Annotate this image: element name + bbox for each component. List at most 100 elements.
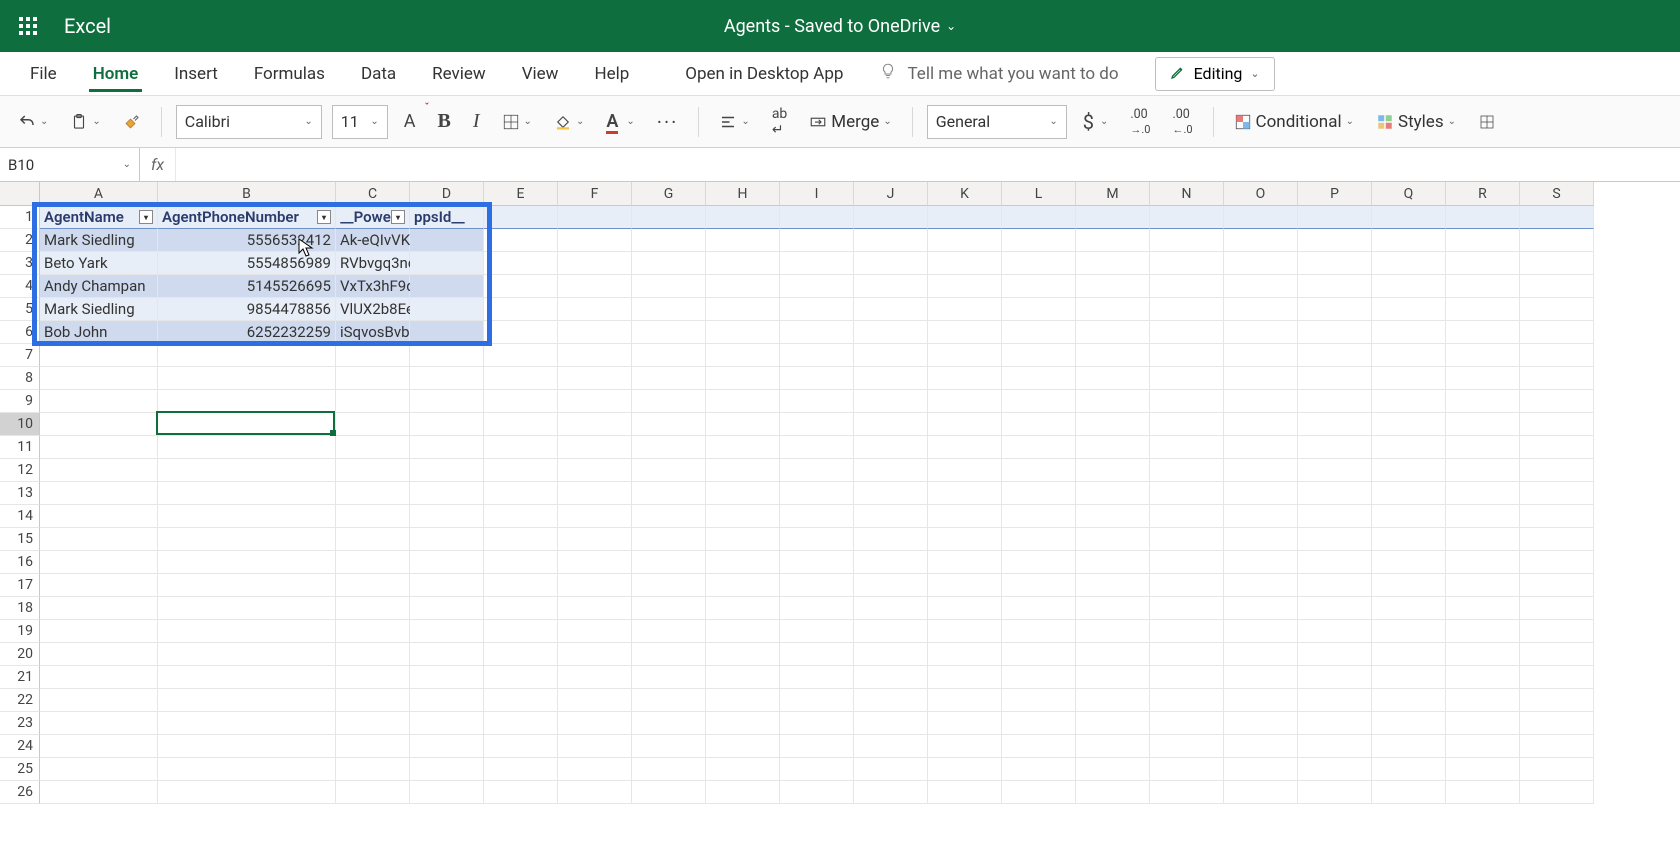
cell-J8[interactable] [854,367,928,390]
cell-K2[interactable] [928,229,1002,252]
cell-G19[interactable] [632,620,706,643]
cell-N26[interactable] [1150,781,1224,804]
cell-G7[interactable] [632,344,706,367]
cell-L3[interactable] [1002,252,1076,275]
cell-D12[interactable] [410,459,484,482]
cell-J3[interactable] [854,252,928,275]
cell-J14[interactable] [854,505,928,528]
cell-A2[interactable]: Mark Siedling [40,229,158,252]
cell-K7[interactable] [928,344,1002,367]
cell-S26[interactable] [1520,781,1594,804]
cell-D6[interactable] [410,321,484,344]
cell-R26[interactable] [1446,781,1520,804]
fx-icon[interactable]: fx [140,148,176,181]
cell-K19[interactable] [928,620,1002,643]
cell-Q5[interactable] [1372,298,1446,321]
tab-file[interactable]: File [12,54,75,94]
app-launcher-button[interactable] [12,10,44,42]
cell-N6[interactable] [1150,321,1224,344]
cell-K11[interactable] [928,436,1002,459]
cell-L20[interactable] [1002,643,1076,666]
cell-P17[interactable] [1298,574,1372,597]
cell-O7[interactable] [1224,344,1298,367]
cell-E10[interactable] [484,413,558,436]
row-header-9[interactable]: 9 [0,390,40,413]
cell-Q4[interactable] [1372,275,1446,298]
cell-F7[interactable] [558,344,632,367]
cell-R21[interactable] [1446,666,1520,689]
cell-K4[interactable] [928,275,1002,298]
cell-M7[interactable] [1076,344,1150,367]
cell-S16[interactable] [1520,551,1594,574]
cell-I18[interactable] [780,597,854,620]
cell-O9[interactable] [1224,390,1298,413]
cell-Q9[interactable] [1372,390,1446,413]
cell-F17[interactable] [558,574,632,597]
cell-O13[interactable] [1224,482,1298,505]
cell-G6[interactable] [632,321,706,344]
cell-P19[interactable] [1298,620,1372,643]
cell-I14[interactable] [780,505,854,528]
cell-O8[interactable] [1224,367,1298,390]
filter-button[interactable]: ▾ [317,210,331,224]
cell-H2[interactable] [706,229,780,252]
cell-B16[interactable] [158,551,336,574]
more-options-button[interactable]: ··· [651,106,685,138]
cell-Q18[interactable] [1372,597,1446,620]
cell-F10[interactable] [558,413,632,436]
cell-J25[interactable] [854,758,928,781]
cell-F18[interactable] [558,597,632,620]
cell-J18[interactable] [854,597,928,620]
column-header-Q[interactable]: Q [1372,182,1446,206]
bold-button[interactable]: B [432,106,457,137]
cell-E14[interactable] [484,505,558,528]
cell-S6[interactable] [1520,321,1594,344]
cell-E9[interactable] [484,390,558,413]
cell-G22[interactable] [632,689,706,712]
cell-J1[interactable] [854,206,928,229]
cell-A13[interactable] [40,482,158,505]
cell-B6[interactable]: 6252232259 [158,321,336,344]
column-header-S[interactable]: S [1520,182,1594,206]
cell-G23[interactable] [632,712,706,735]
cell-Q15[interactable] [1372,528,1446,551]
cell-J22[interactable] [854,689,928,712]
cell-B7[interactable] [158,344,336,367]
cell-O18[interactable] [1224,597,1298,620]
cell-D3[interactable] [410,252,484,275]
cell-B14[interactable] [158,505,336,528]
cell-D5[interactable] [410,298,484,321]
cell-F8[interactable] [558,367,632,390]
cell-Q21[interactable] [1372,666,1446,689]
cell-B5[interactable]: 9854478856 [158,298,336,321]
cell-L22[interactable] [1002,689,1076,712]
cell-P23[interactable] [1298,712,1372,735]
cell-N5[interactable] [1150,298,1224,321]
cell-Q3[interactable] [1372,252,1446,275]
cell-B23[interactable] [158,712,336,735]
cell-D24[interactable] [410,735,484,758]
font-size-grow-button[interactable]: A [398,107,422,136]
cell-F24[interactable] [558,735,632,758]
cell-S2[interactable] [1520,229,1594,252]
cell-P20[interactable] [1298,643,1372,666]
cell-M3[interactable] [1076,252,1150,275]
cell-G1[interactable] [632,206,706,229]
cell-F19[interactable] [558,620,632,643]
cell-I26[interactable] [780,781,854,804]
cell-P13[interactable] [1298,482,1372,505]
cell-H12[interactable] [706,459,780,482]
cell-I9[interactable] [780,390,854,413]
cell-M20[interactable] [1076,643,1150,666]
cell-B22[interactable] [158,689,336,712]
column-header-H[interactable]: H [706,182,780,206]
cell-L2[interactable] [1002,229,1076,252]
cell-J4[interactable] [854,275,928,298]
cell-E3[interactable] [484,252,558,275]
cell-F22[interactable] [558,689,632,712]
wrap-text-button[interactable]: ab↵ [766,102,793,142]
cell-J13[interactable] [854,482,928,505]
cell-P24[interactable] [1298,735,1372,758]
cell-H21[interactable] [706,666,780,689]
cell-A15[interactable] [40,528,158,551]
